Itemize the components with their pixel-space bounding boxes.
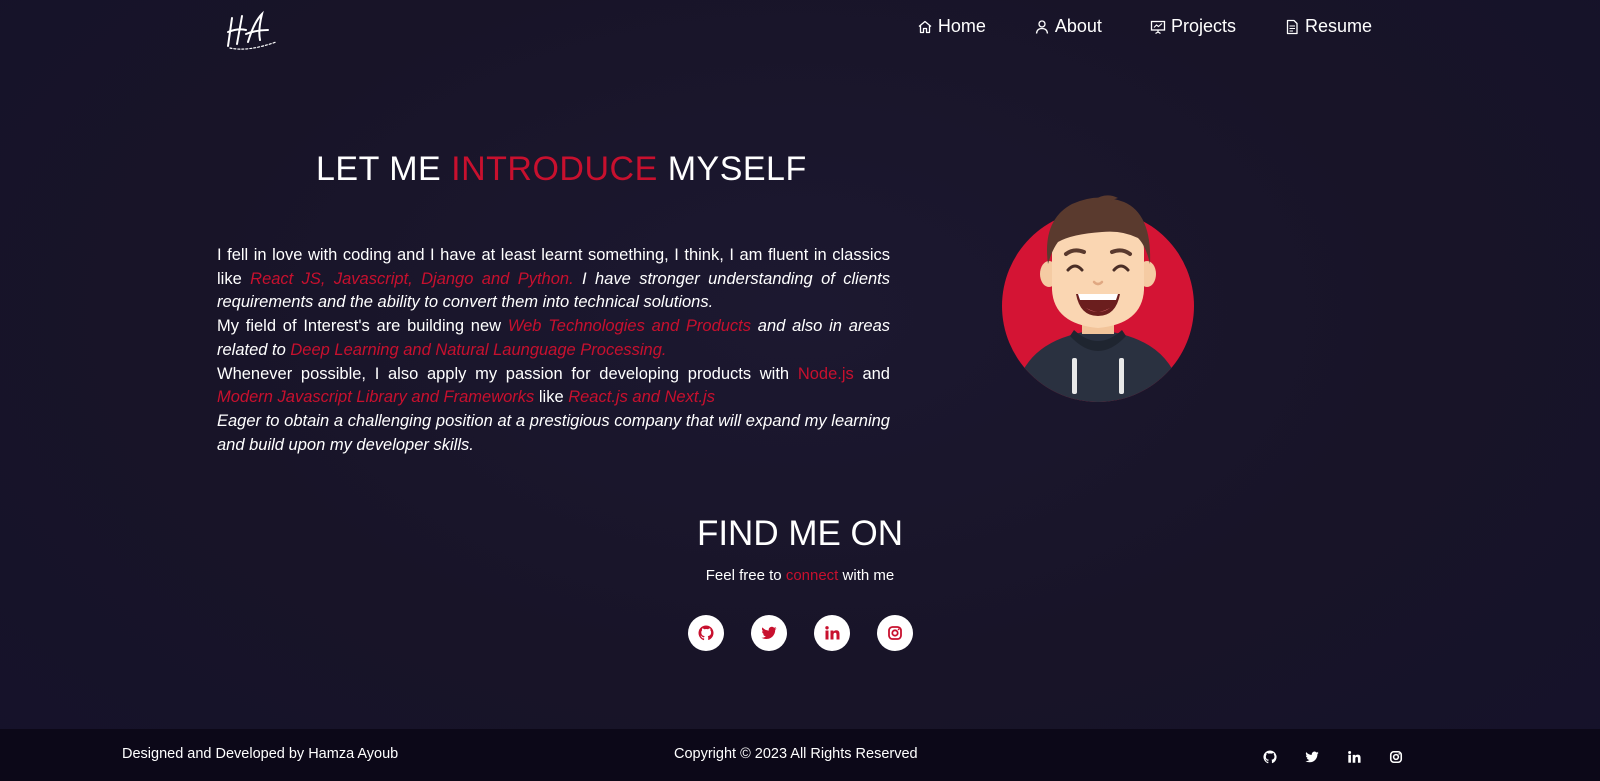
find-me-subtitle: Feel free to connect with me — [0, 567, 1600, 584]
footer-social-links — [1262, 749, 1404, 765]
footer-credit: Designed and Developed by Hamza Ayoub — [122, 746, 399, 762]
github-icon — [1263, 750, 1277, 764]
nav-about-label: About — [1054, 16, 1102, 36]
twitter-icon — [1305, 751, 1319, 763]
presentation-icon — [1150, 20, 1166, 34]
intro-heading: LET ME INTRODUCE MYSELF — [316, 150, 807, 189]
linkedin-icon — [1348, 750, 1361, 763]
intro-p2-accent2: Deep Learning and Natural Launguage Proc… — [290, 340, 667, 359]
intro-paragraph-2: My field of Interest's are building new … — [217, 315, 890, 362]
instagram-button[interactable] — [877, 615, 913, 651]
intro-paragraph-1: I fell in love with coding and I have at… — [217, 244, 890, 315]
instagram-icon — [1389, 750, 1403, 764]
github-icon — [698, 625, 714, 641]
nav-resume-label: Resume — [1304, 16, 1372, 36]
intro-p3-text1: Whenever possible, I also apply my passi… — [217, 364, 798, 383]
nav-home[interactable]: Home — [917, 16, 986, 37]
nav-links: Home About Projects Resume — [917, 16, 1372, 37]
home-icon — [918, 20, 932, 33]
user-icon — [1035, 19, 1049, 34]
intro-heading-accent: INTRODUCE — [451, 150, 658, 188]
footer-linkedin-link[interactable] — [1346, 749, 1362, 765]
find-sub-after: with me — [838, 567, 895, 584]
find-sub-accent: connect — [785, 567, 839, 584]
footer: Designed and Developed by Hamza Ayoub Co… — [0, 729, 1600, 781]
github-button[interactable] — [688, 615, 724, 651]
footer-github-link[interactable] — [1262, 749, 1278, 765]
social-links — [688, 615, 913, 651]
nav-projects-label: Projects — [1170, 16, 1236, 36]
navbar: Home About Projects Resume — [0, 0, 1600, 58]
document-icon — [1286, 19, 1298, 34]
intro-p3-text3: like — [534, 388, 569, 407]
linkedin-button[interactable] — [814, 615, 850, 651]
nav-home-label: Home — [937, 16, 986, 36]
find-sub-before: Feel free to — [705, 567, 786, 584]
nav-about[interactable]: About — [1034, 16, 1102, 37]
intro-heading-part2: MYSELF — [657, 150, 807, 188]
intro-paragraph-3: Whenever possible, I also apply my passi… — [217, 363, 890, 410]
intro-paragraph-4: Eager to obtain a challenging position a… — [217, 411, 890, 454]
avatar-illustration-icon — [1002, 195, 1194, 402]
linkedin-icon — [825, 626, 840, 640]
intro-p2-accent1: Web Technologies and Products — [507, 317, 752, 336]
find-me-heading: FIND ME ON — [696, 514, 904, 553]
intro-p3-accent3: React.js and Next.js — [568, 388, 715, 407]
nav-projects[interactable]: Projects — [1150, 16, 1236, 37]
intro-heading-part1: LET ME — [316, 150, 452, 188]
page: Home About Projects Resume LET ME INTROD… — [0, 0, 1600, 781]
footer-copyright: Copyright © 2023 All Rights Reserved — [674, 746, 918, 762]
twitter-button[interactable] — [751, 615, 787, 651]
avatar — [1002, 190, 1198, 402]
footer-twitter-link[interactable] — [1304, 749, 1320, 765]
brand-logo[interactable] — [224, 8, 280, 54]
intro-p3-accent1: Node.js — [797, 364, 854, 383]
instagram-icon — [888, 626, 902, 640]
intro-p1-accent1: React JS, Javascript, Django and Python. — [250, 269, 574, 288]
signature-logo-icon — [227, 10, 277, 50]
footer-instagram-link[interactable] — [1388, 749, 1404, 765]
nav-resume[interactable]: Resume — [1284, 16, 1372, 37]
intro-p3-text2: and — [853, 364, 890, 383]
intro-body: I fell in love with coding and I have at… — [217, 244, 890, 457]
twitter-icon — [761, 626, 777, 640]
intro-p2-text1: My field of Interest's are building new — [217, 317, 508, 336]
intro-p3-accent2: Modern Javascript Library and Frameworks — [217, 388, 535, 407]
